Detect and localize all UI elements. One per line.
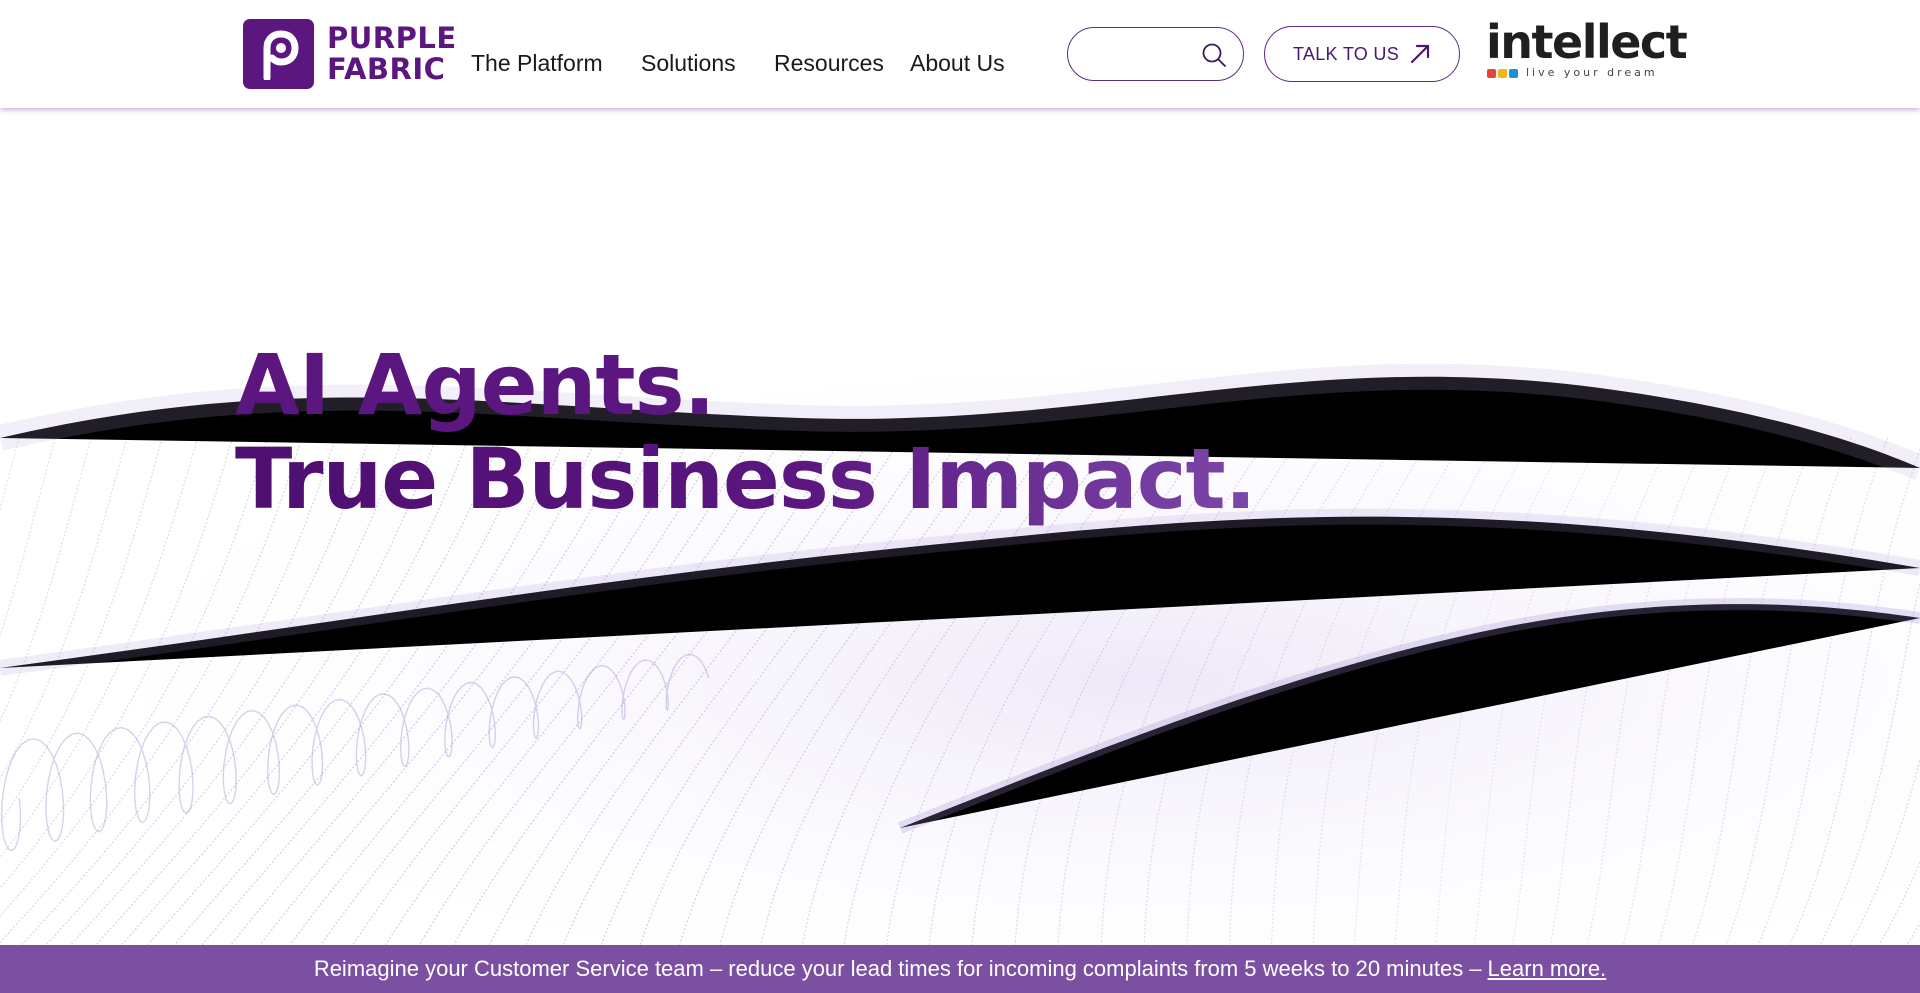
purple-fabric-logo[interactable]: PURPLE FABRIC [243, 19, 457, 89]
announcement-text: Reimagine your Customer Service team – r… [313, 956, 1482, 981]
nav-item-about-us[interactable]: About Us [910, 50, 1005, 77]
intellect-dot-red [1487, 69, 1496, 78]
intellect-dot-yellow [1498, 69, 1507, 78]
logo-line-1: PURPLE [327, 21, 457, 55]
intellect-logo[interactable]: intellect live your dream [1486, 16, 1688, 84]
logo-line-2: FABRIC [327, 52, 446, 86]
site-header: PURPLE FABRIC The Platform Solutions Res… [0, 0, 1920, 108]
hero-section: AI Agents. True Business Impact. [0, 108, 1920, 945]
intellect-tagline: live your dream [1526, 66, 1658, 79]
nav-item-resources[interactable]: Resources [774, 50, 884, 77]
talk-to-us-button[interactable]: TALK TO US [1264, 26, 1460, 82]
logo-wordmark: PURPLE FABRIC [327, 23, 457, 85]
arrow-up-right-icon [1410, 44, 1430, 64]
search-icon[interactable] [1201, 42, 1227, 68]
intellect-color-squares [1487, 69, 1518, 78]
purple-fabric-logo-icon [243, 19, 314, 89]
hero-heading-line-2: True Business Impact. [235, 430, 1257, 528]
nav-item-the-platform[interactable]: The Platform [471, 50, 603, 77]
intellect-wordmark: intellect [1486, 15, 1688, 69]
intellect-dot-blue [1509, 69, 1518, 78]
hero-heading-line-1: AI Agents. [235, 336, 715, 434]
talk-to-us-label: TALK TO US [1292, 43, 1400, 64]
nav-item-solutions[interactable]: Solutions [641, 50, 736, 77]
learn-more-link[interactable]: Learn more. [1488, 956, 1607, 982]
hero-heading: AI Agents. True Business Impact. [235, 336, 1257, 528]
announcement-bar: Reimagine your Customer Service team – r… [0, 945, 1920, 993]
search-input[interactable] [1067, 27, 1244, 81]
